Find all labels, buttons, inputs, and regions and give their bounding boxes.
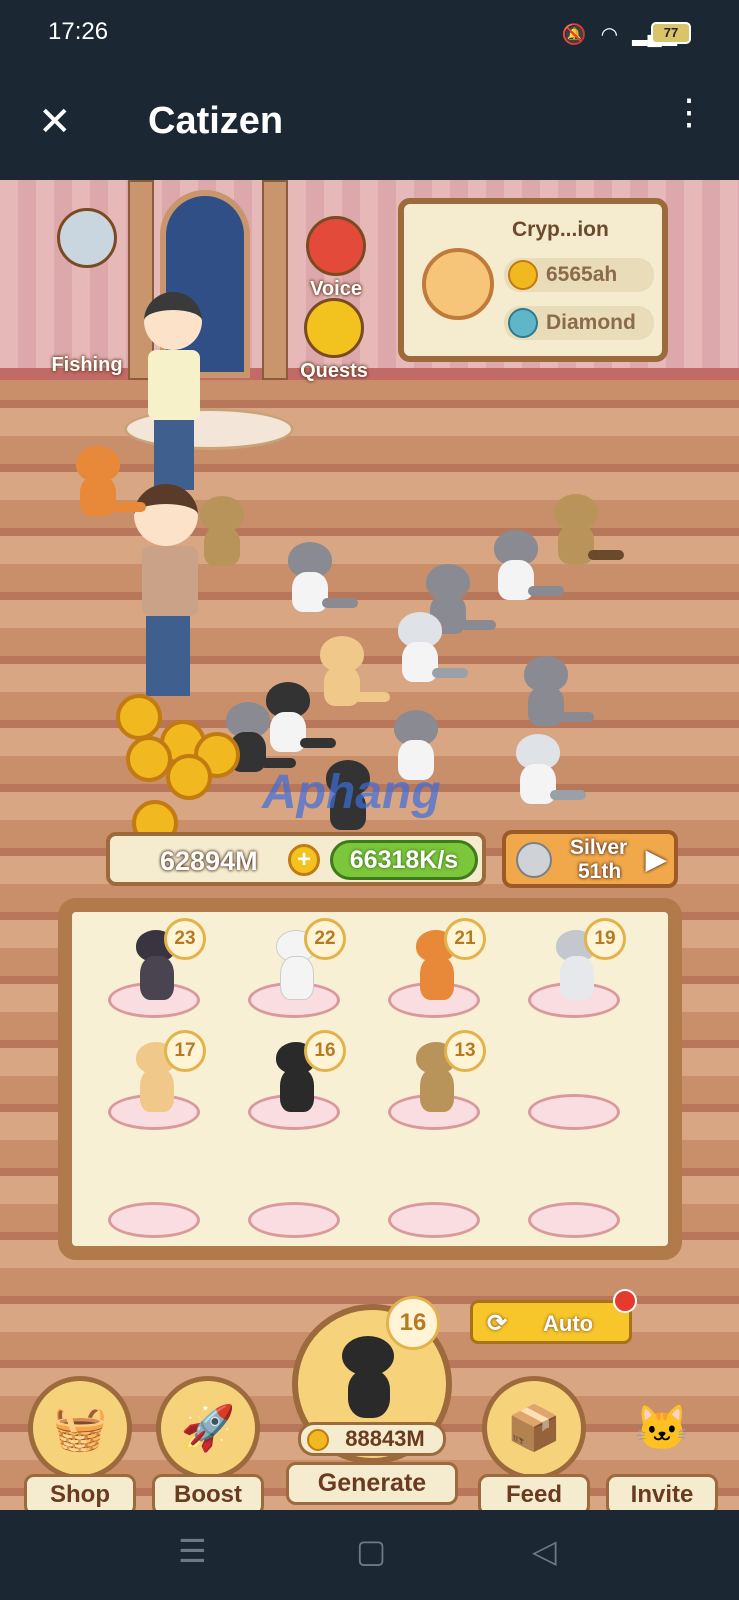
room-cat[interactable] — [192, 496, 252, 568]
player-coins-value: 6565ah — [546, 263, 618, 286]
status-bar: 17:26 🔕 ◠ ▂▄▆ 77 — [0, 0, 739, 66]
game-scene[interactable]: Fishing Voice Quests Cryp...ion 6565ah D… — [0, 180, 739, 1510]
room-cat[interactable] — [312, 636, 390, 708]
app-titlebar: ✕ Catizen ⋮ — [0, 66, 739, 180]
mute-icon: 🔕 — [561, 24, 587, 46]
play-arrow-icon: ▶ — [646, 844, 666, 874]
cat-slot-empty[interactable] — [108, 1138, 248, 1246]
rocket-icon: 🚀 — [156, 1376, 260, 1480]
room-cat[interactable] — [390, 612, 468, 684]
generate-level-badge: 16 — [386, 1296, 440, 1350]
generate-price: 88843M — [298, 1422, 446, 1456]
income-rate: 66318K/s — [330, 840, 478, 880]
coin-balance-bar: 62894M + 66318K/s — [106, 832, 486, 886]
cat-level-badge: 21 — [444, 918, 486, 960]
fishing-label: Fishing — [51, 354, 123, 376]
notification-dot — [613, 1289, 637, 1313]
cat-slot-empty[interactable] — [388, 1138, 528, 1246]
battery-icon: 77 — [651, 22, 691, 44]
cat-slot[interactable]: 23 — [108, 918, 248, 1026]
invite-button[interactable]: 🐱 Invite — [606, 1376, 718, 1510]
player-name: Cryp...ion — [512, 218, 609, 241]
cat-slot-empty[interactable] — [528, 1030, 668, 1138]
player-info-panel[interactable]: Cryp...ion 6565ah Diamond — [398, 198, 668, 362]
invite-label: Invite — [606, 1474, 718, 1510]
add-coins-button[interactable]: + — [288, 844, 320, 876]
rank-tier: Silver — [570, 836, 628, 859]
quests-label: Quests — [300, 360, 368, 382]
cat-slot[interactable]: 19 — [528, 918, 668, 1026]
feed-button[interactable]: 📦 Feed — [478, 1376, 590, 1510]
wifi-icon: ◠ — [600, 24, 619, 46]
boost-button[interactable]: 🚀 Boost — [152, 1376, 264, 1510]
room-cat[interactable] — [486, 530, 564, 602]
auto-button[interactable]: ⟳ Auto — [470, 1289, 637, 1344]
rank-position: 51th — [578, 860, 622, 883]
paw-coin-icon — [508, 260, 538, 290]
more-vertical-icon[interactable]: ⋮ — [671, 94, 707, 130]
home-icon[interactable]: ▢ — [356, 1532, 386, 1570]
cat-slot[interactable]: 22 — [248, 918, 388, 1026]
cat-slot[interactable]: 16 — [248, 1030, 388, 1138]
cat-level-badge: 23 — [164, 918, 206, 960]
diamond-trophy-icon — [508, 308, 538, 338]
quests-button[interactable]: Quests — [294, 298, 374, 383]
cat-slot[interactable]: 17 — [108, 1030, 248, 1138]
boost-label: Boost — [152, 1474, 264, 1510]
cat-slot[interactable]: 13 — [388, 1030, 528, 1138]
cat-house-icon — [422, 248, 494, 320]
page-title: Catizen — [148, 100, 284, 142]
cat-level-badge: 13 — [444, 1030, 486, 1072]
status-time: 17:26 — [48, 18, 109, 45]
feed-label: Feed — [478, 1474, 590, 1510]
room-cat[interactable] — [280, 542, 358, 614]
system-navigation-bar: ☰ ▢ ◁ — [0, 1510, 739, 1600]
wall-beam — [262, 180, 288, 380]
player-league: Diamond — [504, 306, 654, 340]
trophy-icon — [516, 842, 552, 878]
cat-slot[interactable]: 21 — [388, 918, 528, 1026]
shop-label: Shop — [24, 1474, 136, 1510]
auto-icon: ⟳ — [487, 1310, 508, 1337]
cat-level-badge: 16 — [304, 1030, 346, 1072]
room-cat[interactable] — [546, 494, 624, 566]
cat-level-badge: 22 — [304, 918, 346, 960]
player-league-value: Diamond — [546, 311, 636, 334]
menu-icon[interactable]: ☰ — [178, 1532, 207, 1570]
cat-slot-empty[interactable] — [248, 1138, 388, 1246]
invite-cats-icon: 🐱 — [634, 1404, 690, 1453]
fishing-rod-icon — [57, 208, 117, 268]
paw-coin-icon[interactable] — [166, 754, 212, 800]
cat-slot-empty[interactable] — [528, 1138, 668, 1246]
watermark: Aphang — [262, 766, 441, 819]
paw-coin-icon[interactable] — [116, 694, 162, 740]
generate-price-value: 88843M — [345, 1426, 425, 1451]
back-icon[interactable]: ◁ — [532, 1532, 557, 1570]
character-boy — [138, 292, 208, 492]
voice-button[interactable]: Voice — [300, 216, 372, 301]
exclamation-icon — [304, 298, 364, 358]
cat-level-badge: 17 — [164, 1030, 206, 1072]
room-cat[interactable] — [508, 734, 586, 806]
shop-button[interactable]: 🧺 Shop — [24, 1376, 136, 1510]
room-cat[interactable] — [68, 446, 146, 518]
voice-off-icon — [306, 216, 366, 276]
player-coins: 6565ah — [504, 258, 654, 292]
auto-label: Auto — [543, 1311, 594, 1336]
rank-button[interactable]: Silver 51th ▶ — [502, 830, 678, 888]
cat-level-badge: 19 — [584, 918, 626, 960]
close-icon[interactable]: ✕ — [38, 102, 72, 142]
generate-button[interactable]: 16 88843M Generate — [286, 1296, 458, 1510]
fishing-button[interactable]: Fishing — [44, 208, 130, 377]
coin-balance: 62894M — [160, 846, 258, 876]
paw-coin-icon — [307, 1429, 329, 1451]
room-cat[interactable] — [516, 656, 594, 728]
merge-board: 23 22 21 19 17 16 13 — [58, 898, 682, 1260]
food-box-icon: 📦 — [482, 1376, 586, 1480]
shop-icon: 🧺 — [28, 1376, 132, 1480]
generate-label: Generate — [286, 1462, 458, 1505]
